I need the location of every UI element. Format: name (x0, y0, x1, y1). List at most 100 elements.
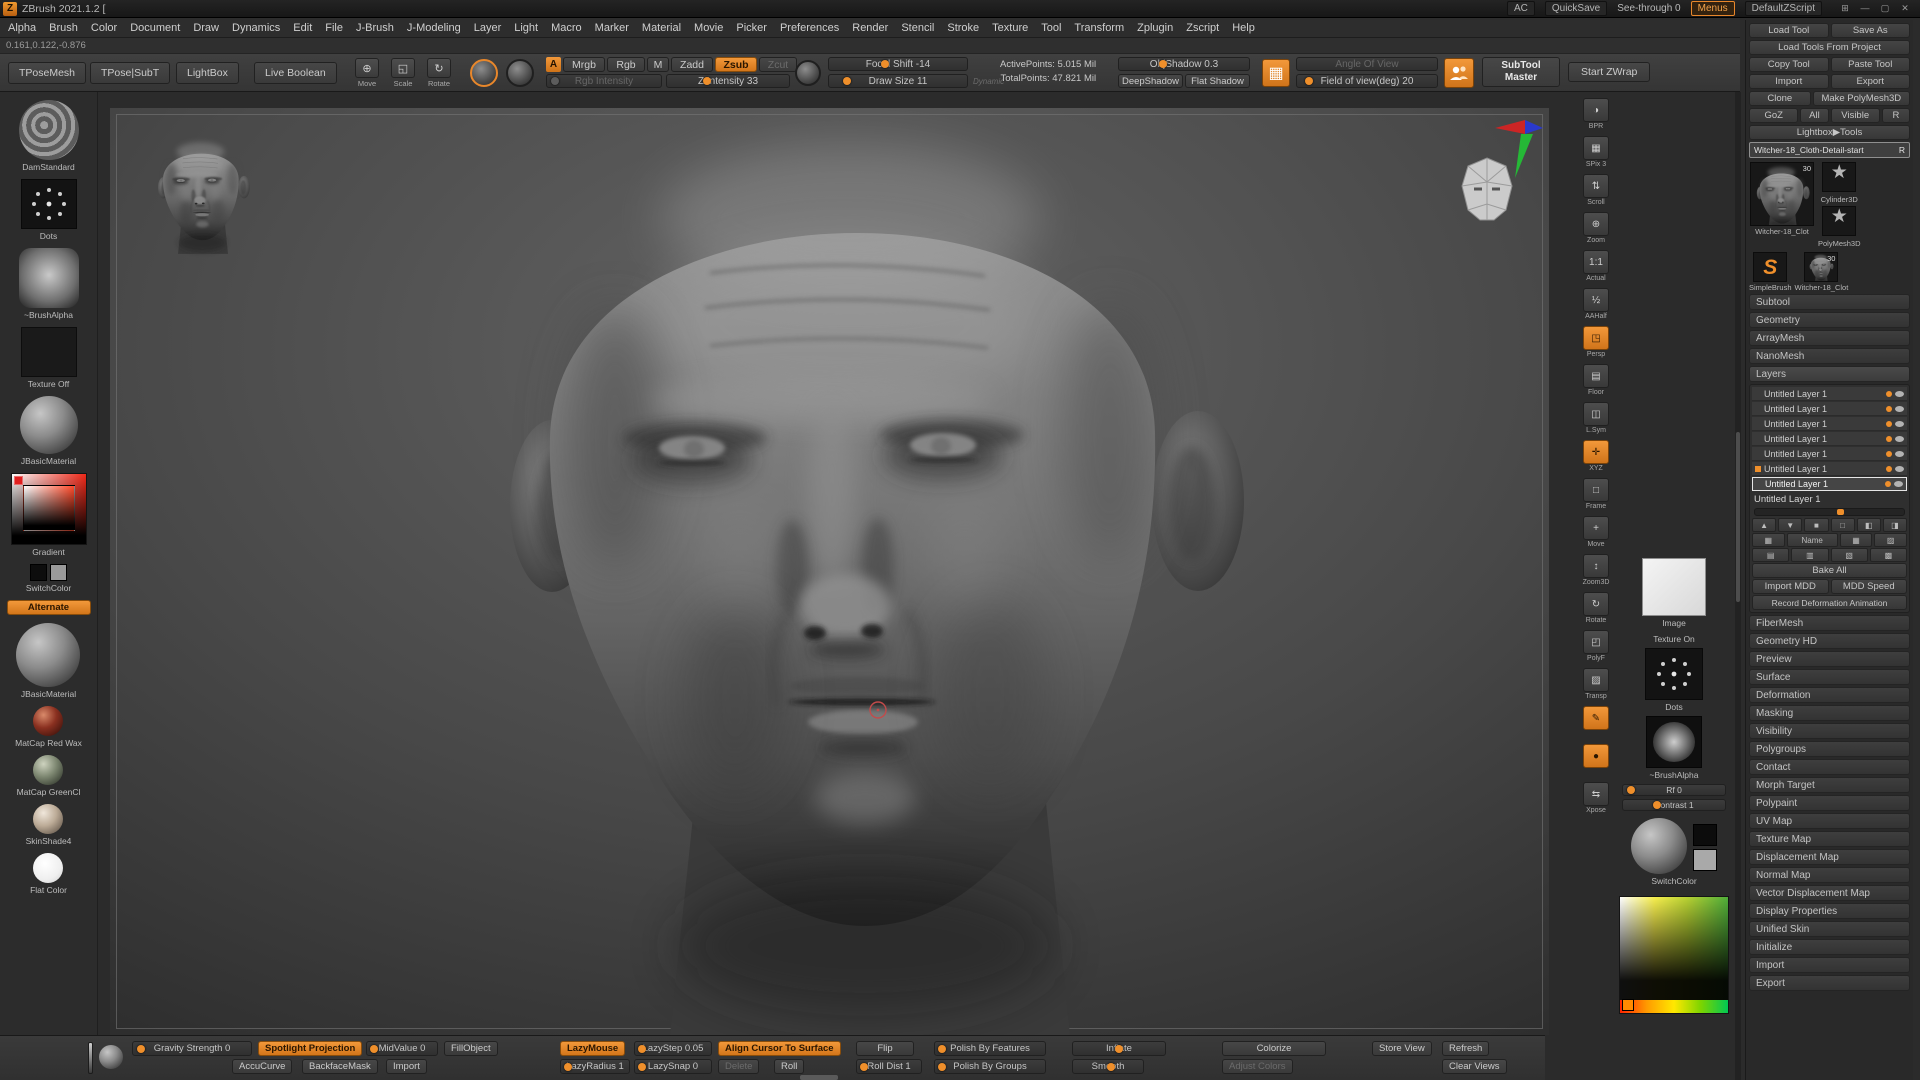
close-icon[interactable]: ✕ (1898, 3, 1912, 14)
layer-split-button[interactable]: ◧ (1857, 518, 1881, 532)
tool-section-header[interactable]: Export (1749, 975, 1910, 991)
refresh-button[interactable]: Refresh (1442, 1041, 1489, 1056)
quicksave-button[interactable]: QuickSave (1545, 1, 1607, 16)
tool-section-header[interactable]: Normal Map (1749, 867, 1910, 883)
defaultzscript-button[interactable]: DefaultZScript (1745, 1, 1822, 16)
goz-all-button[interactable]: All (1800, 108, 1828, 123)
shelf-tool[interactable]: ▤ Floor (1583, 364, 1609, 397)
lightbox-button[interactable]: LightBox (176, 62, 239, 84)
layer-row[interactable]: Untitled Layer 1 (1752, 477, 1907, 491)
rgb-intensity-slider[interactable]: Rgb Intensity (546, 74, 662, 88)
layer-merge-button[interactable]: ◨ (1883, 518, 1907, 532)
layer-tool-button-1[interactable]: ▤ (1752, 548, 1789, 562)
material-thumbnail[interactable] (20, 396, 78, 454)
zsub-button[interactable]: Zsub (715, 57, 757, 72)
minimize-icon[interactable]: — (1858, 3, 1872, 14)
tool-section-header[interactable]: UV Map (1749, 813, 1910, 829)
lazysnap-slider[interactable]: LazySnap 0 (634, 1059, 712, 1074)
record-deformation-button[interactable]: Record Deformation Animation (1752, 595, 1907, 610)
move-tool[interactable]: ⊕ Move (352, 58, 382, 88)
midvalue-slider[interactable]: MidValue 0 (366, 1041, 438, 1056)
z-intensity-slider[interactable]: Z Intensity 33 (666, 74, 790, 88)
color-spectrum-picker[interactable] (1619, 896, 1729, 1014)
shelf-tool[interactable]: ● (1583, 744, 1609, 777)
menu-item[interactable]: Movie (694, 22, 723, 34)
scale-tool[interactable]: ◱ Scale (388, 58, 418, 88)
shelf-tool[interactable]: ◳ Persp (1583, 326, 1609, 359)
goz-button[interactable]: GoZ (1749, 108, 1798, 123)
main-color-swatch[interactable] (30, 564, 47, 581)
menu-item[interactable]: Document (130, 22, 180, 34)
adjust-colors-button[interactable]: Adjust Colors (1222, 1059, 1293, 1074)
shelf-tool[interactable]: ↕ Zoom3D (1583, 554, 1610, 587)
secondary-color-swatch[interactable] (50, 564, 67, 581)
tool-section-header[interactable]: FiberMesh (1749, 615, 1910, 631)
subtool-master-icon[interactable] (1444, 58, 1474, 88)
bake-all-button[interactable]: Bake All (1752, 563, 1907, 578)
material-quick-item[interactable]: SkinShade4 (26, 804, 72, 853)
tool-section-header[interactable]: Deformation (1749, 687, 1910, 703)
goz-visible-button[interactable]: Visible (1831, 108, 1880, 123)
shelf-tool[interactable]: ▦ SPix 3 (1583, 136, 1609, 169)
clear-views-button[interactable]: Clear Views (1442, 1059, 1507, 1074)
layer-eye-icon[interactable] (1895, 451, 1904, 457)
menus-button[interactable]: Menus (1691, 1, 1735, 16)
tool-section-header[interactable]: Initialize (1749, 939, 1910, 955)
active-tool-name[interactable]: Witcher-18_Cloth-Detail-start R (1749, 142, 1910, 158)
switch-color[interactable] (30, 564, 67, 581)
rotate-tool[interactable]: ↻ Rotate (424, 58, 454, 88)
menu-item[interactable]: Help (1232, 22, 1255, 34)
menu-item[interactable]: Preferences (780, 22, 839, 34)
menu-item[interactable]: Brush (49, 22, 78, 34)
layer-intensity-knob[interactable] (1886, 466, 1892, 472)
flip-button[interactable]: Flip (856, 1041, 914, 1056)
store-view-button[interactable]: Store View (1372, 1041, 1432, 1056)
zadd-button[interactable]: Zadd (671, 57, 713, 72)
save-as-button[interactable]: Save As (1831, 23, 1911, 38)
import-button-bottom[interactable]: Import (386, 1059, 427, 1074)
shelf-tool[interactable]: ◑ BPR (1583, 98, 1609, 131)
spotlight-projection-button[interactable]: Spotlight Projection (258, 1041, 362, 1056)
layer-row[interactable]: Untitled Layer 1 (1752, 462, 1907, 476)
color-picker-inner[interactable] (23, 485, 75, 531)
shelf-tool[interactable]: □ Frame (1583, 478, 1609, 511)
viewport[interactable] (110, 108, 1549, 1035)
shelf-tool[interactable]: ◰ PolyF (1583, 630, 1609, 663)
layer-intensity-knob[interactable] (1886, 391, 1892, 397)
panel-scrollbar[interactable] (1735, 92, 1741, 1080)
subtool-master-button[interactable]: SubToolMaster (1482, 57, 1560, 87)
menu-item[interactable]: Layer (474, 22, 502, 34)
focal-dial-icon[interactable] (795, 60, 821, 86)
texture-on-label[interactable]: Texture On (1653, 634, 1695, 644)
export-button[interactable]: Export (1831, 74, 1911, 89)
menu-item[interactable]: Transform (1074, 22, 1124, 34)
shelf-tool[interactable]: ✛ XYZ (1583, 440, 1609, 473)
tool-section-header[interactable]: Display Properties (1749, 903, 1910, 919)
layer-row[interactable]: Untitled Layer 1 (1752, 387, 1907, 401)
menu-item[interactable]: Render (852, 22, 888, 34)
menu-item[interactable]: Tool (1041, 22, 1061, 34)
mrgb-button[interactable]: Mrgb (563, 57, 605, 72)
shelf-tool[interactable]: ⇅ Scroll (1583, 174, 1609, 207)
menu-item[interactable]: Alpha (8, 22, 36, 34)
layer-invert-button[interactable]: ▨ (1874, 533, 1907, 547)
cylinder3d-thumbnail[interactable]: ★ (1822, 162, 1856, 192)
tool-section-header[interactable]: Visibility (1749, 723, 1910, 739)
window-grid-icon[interactable]: ⊞ (1838, 3, 1852, 14)
spotlight-dial-icon[interactable]: ▦ (1262, 59, 1290, 87)
menu-item[interactable]: Material (642, 22, 681, 34)
menu-item[interactable]: J-Modeling (407, 22, 461, 34)
hue-strip[interactable] (1620, 1000, 1728, 1013)
layer-row[interactable]: Untitled Layer 1 (1752, 417, 1907, 431)
shelf-tool[interactable]: ↻ Rotate (1583, 592, 1609, 625)
tool-section-header[interactable]: Geometry (1749, 312, 1910, 328)
scrollbar-thumb[interactable] (1736, 432, 1740, 602)
tool-section-header[interactable]: Unified Skin (1749, 921, 1910, 937)
menu-item[interactable]: Picker (736, 22, 767, 34)
tool-section-header[interactable]: Surface (1749, 669, 1910, 685)
polymesh3d-thumbnail[interactable]: ★ (1822, 206, 1856, 236)
rf-slider[interactable]: Rf 0 (1622, 784, 1726, 796)
import-mdd-button[interactable]: Import MDD (1752, 579, 1829, 594)
contrast-slider[interactable]: Contrast 1 (1622, 799, 1726, 811)
tool-section-header[interactable]: Vector Displacement Map (1749, 885, 1910, 901)
